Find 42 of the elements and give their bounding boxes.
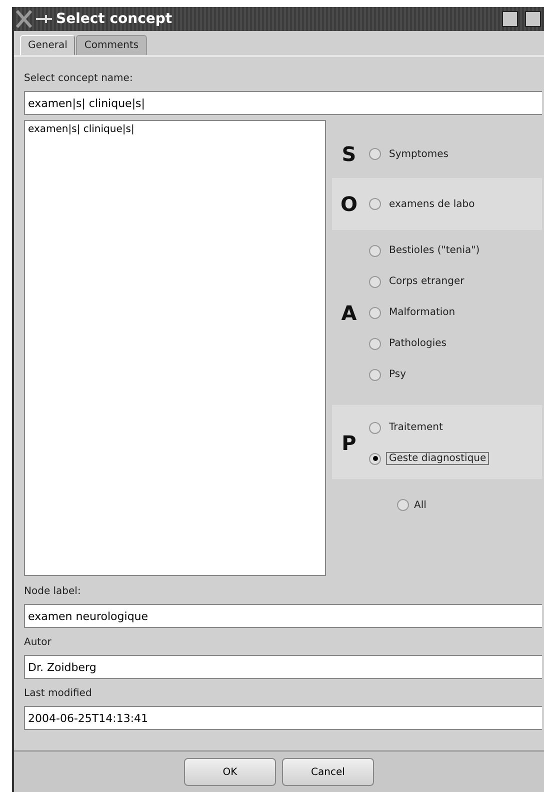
field-label: Select concept name: [24,72,134,86]
option-label[interactable]: Traitement [386,421,446,434]
maximize-button[interactable] [502,11,518,27]
radio-button[interactable] [397,499,409,511]
dialog-button[interactable]: OK [184,758,276,786]
input-field[interactable]: examen|s| clinique|s| [24,91,542,115]
list-item[interactable]: examen|s| clinique|s| [28,124,322,135]
option-label[interactable]: Bestioles ("tenia") [386,244,483,257]
radio-button[interactable] [369,276,381,288]
option-label[interactable]: Geste diagnostique [386,452,490,465]
option-label[interactable]: Symptomes [386,148,452,160]
option-label[interactable]: examens de labo [386,198,478,210]
field-label: Last modified [24,686,93,700]
radio-button[interactable] [369,148,381,160]
radio-button[interactable] [369,198,381,210]
group-letter: P [340,431,358,455]
option-label[interactable]: All [414,500,426,510]
option-label[interactable]: Corps etranger [386,275,468,288]
tab[interactable]: General [20,35,76,55]
x-logo-icon [16,10,32,28]
window-title: Select concept [56,11,174,27]
option-label[interactable]: Malformation [386,306,458,319]
input-field[interactable]: 2004-06-25T14:13:41 [24,706,542,730]
option-label[interactable]: Psy [386,368,409,381]
tab[interactable]: Comments [76,35,147,55]
pin-icon [36,15,52,23]
group-letter: O [339,192,358,216]
dialog-button[interactable]: Cancel [282,758,374,786]
radio-button[interactable] [369,306,381,318]
radio-button[interactable] [369,368,381,380]
group-letter: S [340,142,358,166]
field-label: Node label: [24,584,82,598]
radio-button[interactable] [369,338,381,350]
input-field[interactable]: Dr. Zoidberg [24,655,542,679]
radio-button[interactable] [369,422,381,434]
radio-button[interactable] [369,452,381,464]
group-letter: A [340,300,358,324]
option-label[interactable]: Pathologies [386,337,450,350]
field-label: Autor [24,636,52,650]
input-field[interactable]: examen neurologique [24,604,542,628]
close-button[interactable] [525,11,541,27]
radio-button[interactable] [369,244,381,256]
